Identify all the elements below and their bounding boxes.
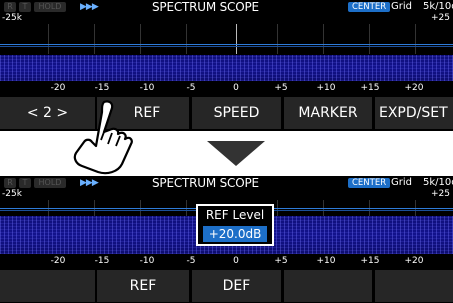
sweep-arrows-icon: ▶▶▶ [80,178,99,188]
edge-left-label: -25k [2,189,22,199]
hold-button[interactable]: HOLD [34,178,66,188]
hold-button[interactable]: HOLD [34,2,66,12]
ref-level-title: REF Level [205,208,265,222]
center-mode-badge[interactable]: CENTER [348,178,391,188]
scope-title: SPECTRUM SCOPE [152,176,259,190]
softkey-blank-1[interactable] [0,270,95,302]
grid-label: Grid [391,177,412,188]
center-mode-badge[interactable]: CENTER [348,2,391,12]
softkey-row: REF DEF [0,270,453,302]
spectrum-trace [0,44,453,45]
frequency-scale: -20 -15 -10 -5 0 +5 +10 +15 +20 [50,256,424,266]
def-button[interactable]: DEF [192,270,281,302]
span-label: 5k/10d [423,1,453,12]
expd-set-button[interactable]: EXPD/SET [375,97,453,129]
t-indicator: T [19,2,31,12]
ref-level-popup: REF Level +20.0dB [196,204,274,246]
spectrum-display[interactable] [0,24,453,54]
arrow-down-icon [207,141,265,166]
softkey-blank-5[interactable] [375,270,453,302]
grid-label: Grid [391,1,412,12]
speed-button[interactable]: SPEED [192,97,281,129]
t-indicator: T [19,178,31,188]
waterfall-display[interactable] [0,55,453,81]
tapping-hand-icon [73,100,133,175]
edge-right-label: +25 [431,13,450,23]
status-bar: R T HOLD ▶▶▶ SPECTRUM SCOPE CENTER Grid … [0,0,453,14]
edge-left-label: -25k [2,13,22,23]
center-marker [236,24,237,54]
marker-button[interactable]: MARKER [284,97,372,129]
softkey-blank-4[interactable] [284,270,372,302]
r-indicator: R [4,2,16,12]
ref-button[interactable]: REF [97,270,189,302]
ref-level-value[interactable]: +20.0dB [203,226,267,242]
sweep-arrows-icon: ▶▶▶ [80,2,99,12]
edge-right-label: +25 [431,189,450,199]
status-bar: R T HOLD ▶▶▶ SPECTRUM SCOPE CENTER Grid … [0,176,453,190]
span-label: 5k/10d [423,177,453,188]
frequency-scale: -20 -15 -10 -5 0 +5 +10 +15 +20 [50,83,424,93]
scope-title: SPECTRUM SCOPE [152,0,259,14]
r-indicator: R [4,178,16,188]
